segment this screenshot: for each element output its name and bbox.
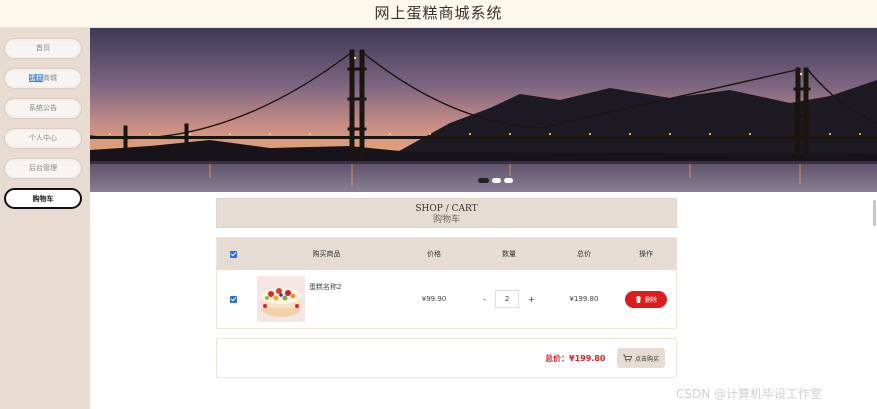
- column-header: 价格: [427, 250, 441, 258]
- buy-label: 点击购买: [634, 355, 659, 363]
- checkout-bar: 总价：¥199.80 点击购买: [216, 338, 677, 378]
- sidebar-item-label: 个人中心: [29, 134, 57, 142]
- table-header: 购买商品 价格 数量 总价 操作: [217, 238, 676, 270]
- sidebar-item-announcements[interactable]: 系统公告: [4, 98, 82, 119]
- total-price: 总价：¥199.80: [545, 354, 606, 363]
- sidebar: 首页 蛋糕商城 系统公告 个人中心 后台管理 购物车: [0, 28, 90, 409]
- shopping-cart-icon: [622, 354, 632, 362]
- unit-price: ¥99.90: [421, 295, 447, 303]
- decrease-button[interactable]: -: [483, 295, 486, 304]
- carousel-dot[interactable]: [478, 178, 489, 183]
- row-subtotal: ¥199.80: [569, 295, 599, 303]
- sidebar-item-label: 购物车: [32, 195, 54, 203]
- column-header: 操作: [639, 250, 653, 258]
- product-image-cell: [255, 270, 307, 328]
- top-bar: 网上蛋糕商城系统: [0, 0, 877, 28]
- column-header: 购买商品: [312, 250, 341, 258]
- product-name[interactable]: 蛋糕名称2: [309, 282, 341, 292]
- sidebar-item-label: 商城: [43, 74, 57, 82]
- selected-text: 蛋糕: [29, 74, 43, 82]
- delete-label: 删除: [644, 296, 657, 304]
- row-select-cell: [217, 270, 249, 328]
- banner-image: [90, 28, 877, 192]
- carousel-dot[interactable]: [492, 178, 501, 183]
- banner-carousel[interactable]: [90, 28, 877, 192]
- cart-heading-en: SHOP / CART: [415, 204, 478, 214]
- sidebar-item-home[interactable]: 首页: [4, 38, 82, 59]
- sidebar-item-label: 系统公告: [29, 104, 57, 112]
- cake-image[interactable]: [257, 276, 305, 322]
- sidebar-item-admin[interactable]: 后台管理: [4, 158, 82, 179]
- carousel-indicators: [478, 178, 513, 183]
- carousel-dot[interactable]: [504, 178, 513, 183]
- select-all-cell: [217, 238, 249, 270]
- quantity-stepper: - 2 +: [483, 290, 535, 308]
- quantity-input[interactable]: 2: [495, 290, 520, 308]
- cart-table: 购买商品 价格 数量 总价 操作 蛋糕名称2 ¥99.90 - 2 + ¥199…: [216, 237, 677, 329]
- delete-button[interactable]: 删除: [625, 290, 667, 308]
- column-header: 数量: [502, 250, 516, 258]
- increase-button[interactable]: +: [528, 295, 535, 304]
- buy-button[interactable]: 点击购买: [617, 348, 665, 368]
- trash-icon: [635, 295, 642, 303]
- cart-heading: SHOP / CART 购物车: [216, 198, 677, 228]
- watermark: CSDN @计算机毕设工作室: [676, 387, 823, 401]
- action-cell: 删除: [614, 270, 678, 328]
- sidebar-item-label: 后台管理: [29, 164, 57, 172]
- sidebar-item-label: 首页: [36, 44, 50, 52]
- sidebar-item-cake-mall[interactable]: 蛋糕商城: [4, 68, 82, 89]
- quantity-cell: - 2 +: [464, 270, 554, 328]
- cart-heading-cn: 购物车: [432, 215, 460, 225]
- table-row: 蛋糕名称2 ¥99.90 - 2 + ¥199.80 删除: [217, 270, 676, 328]
- select-all-checkbox[interactable]: [229, 250, 237, 258]
- row-checkbox[interactable]: [229, 295, 237, 303]
- column-header: 总价: [577, 250, 591, 258]
- page-title: 网上蛋糕商城系统: [374, 4, 503, 22]
- sidebar-item-profile[interactable]: 个人中心: [4, 128, 82, 149]
- sidebar-item-cart[interactable]: 购物车: [4, 188, 82, 209]
- scrollbar[interactable]: [873, 200, 876, 226]
